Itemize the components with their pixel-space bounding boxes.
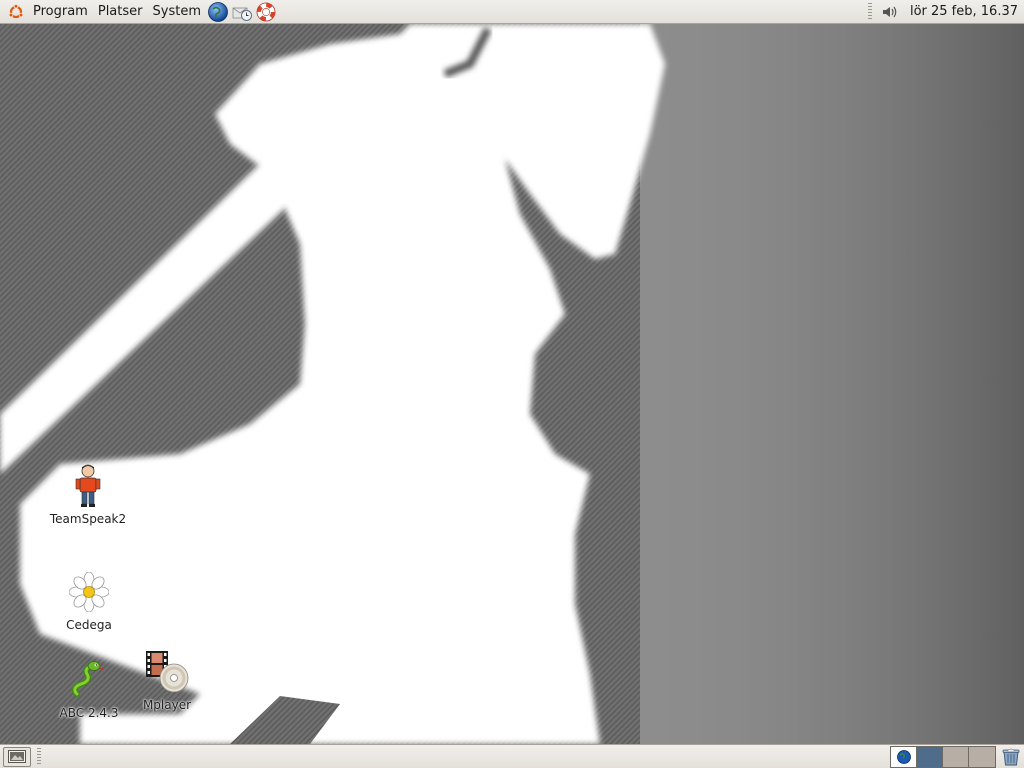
desktop-icon-label: ABC 2.4.3 <box>59 706 119 720</box>
desktop-icon-cedega[interactable]: Cedega <box>41 568 137 632</box>
notification-area: lör 25 feb, 16.37 <box>867 0 1024 24</box>
desktop-icon-teamspeak[interactable]: TeamSpeak2 <box>40 462 136 526</box>
email-client-icon[interactable] <box>230 0 254 24</box>
desktop-icon-label: TeamSpeak2 <box>49 512 127 526</box>
mplayer-film-disc-icon <box>143 648 191 696</box>
web-browser-window-icon <box>896 749 911 764</box>
show-desktop-icon[interactable] <box>3 746 31 767</box>
top-panel: Program Platser System lör 25 feb, 16.37 <box>0 0 1024 24</box>
taskbar-handle[interactable] <box>37 747 41 766</box>
main-menu-bar: Program Platser System <box>0 0 278 24</box>
wallpaper-gradient-shade <box>640 24 1024 744</box>
workspace-4[interactable] <box>969 746 995 767</box>
cedega-flower-icon <box>65 568 113 616</box>
panel-separator <box>867 2 872 21</box>
desktop-icon-label: Cedega <box>66 618 112 632</box>
workspace-1[interactable] <box>891 746 917 767</box>
ubuntu-logo-icon[interactable] <box>4 0 28 24</box>
desktop-wallpaper[interactable]: TeamSpeak2 Cedega ABC 2.4.3 Mplayer <box>0 24 1024 744</box>
python-snake-icon <box>65 656 113 704</box>
trash-icon[interactable] <box>1000 746 1022 768</box>
menu-program[interactable]: Program <box>28 1 93 23</box>
bottom-panel-right <box>888 745 1024 768</box>
web-browser-icon[interactable] <box>206 0 230 24</box>
wallpaper-graphic <box>0 24 1024 744</box>
help-icon[interactable] <box>254 0 278 24</box>
desktop-icon-mplayer[interactable]: Mplayer <box>119 648 215 712</box>
workspace-3[interactable] <box>943 746 969 767</box>
menu-platser[interactable]: Platser <box>93 1 148 23</box>
workspace-2[interactable] <box>917 746 943 767</box>
workspace-switcher <box>890 745 996 768</box>
bottom-panel <box>0 744 1024 768</box>
volume-icon[interactable] <box>878 0 902 24</box>
teamspeak-icon <box>64 462 112 510</box>
menu-system[interactable]: System <box>148 1 206 23</box>
desktop-icon-label: Mplayer <box>142 698 192 712</box>
clock[interactable]: lör 25 feb, 16.37 <box>902 4 1020 19</box>
